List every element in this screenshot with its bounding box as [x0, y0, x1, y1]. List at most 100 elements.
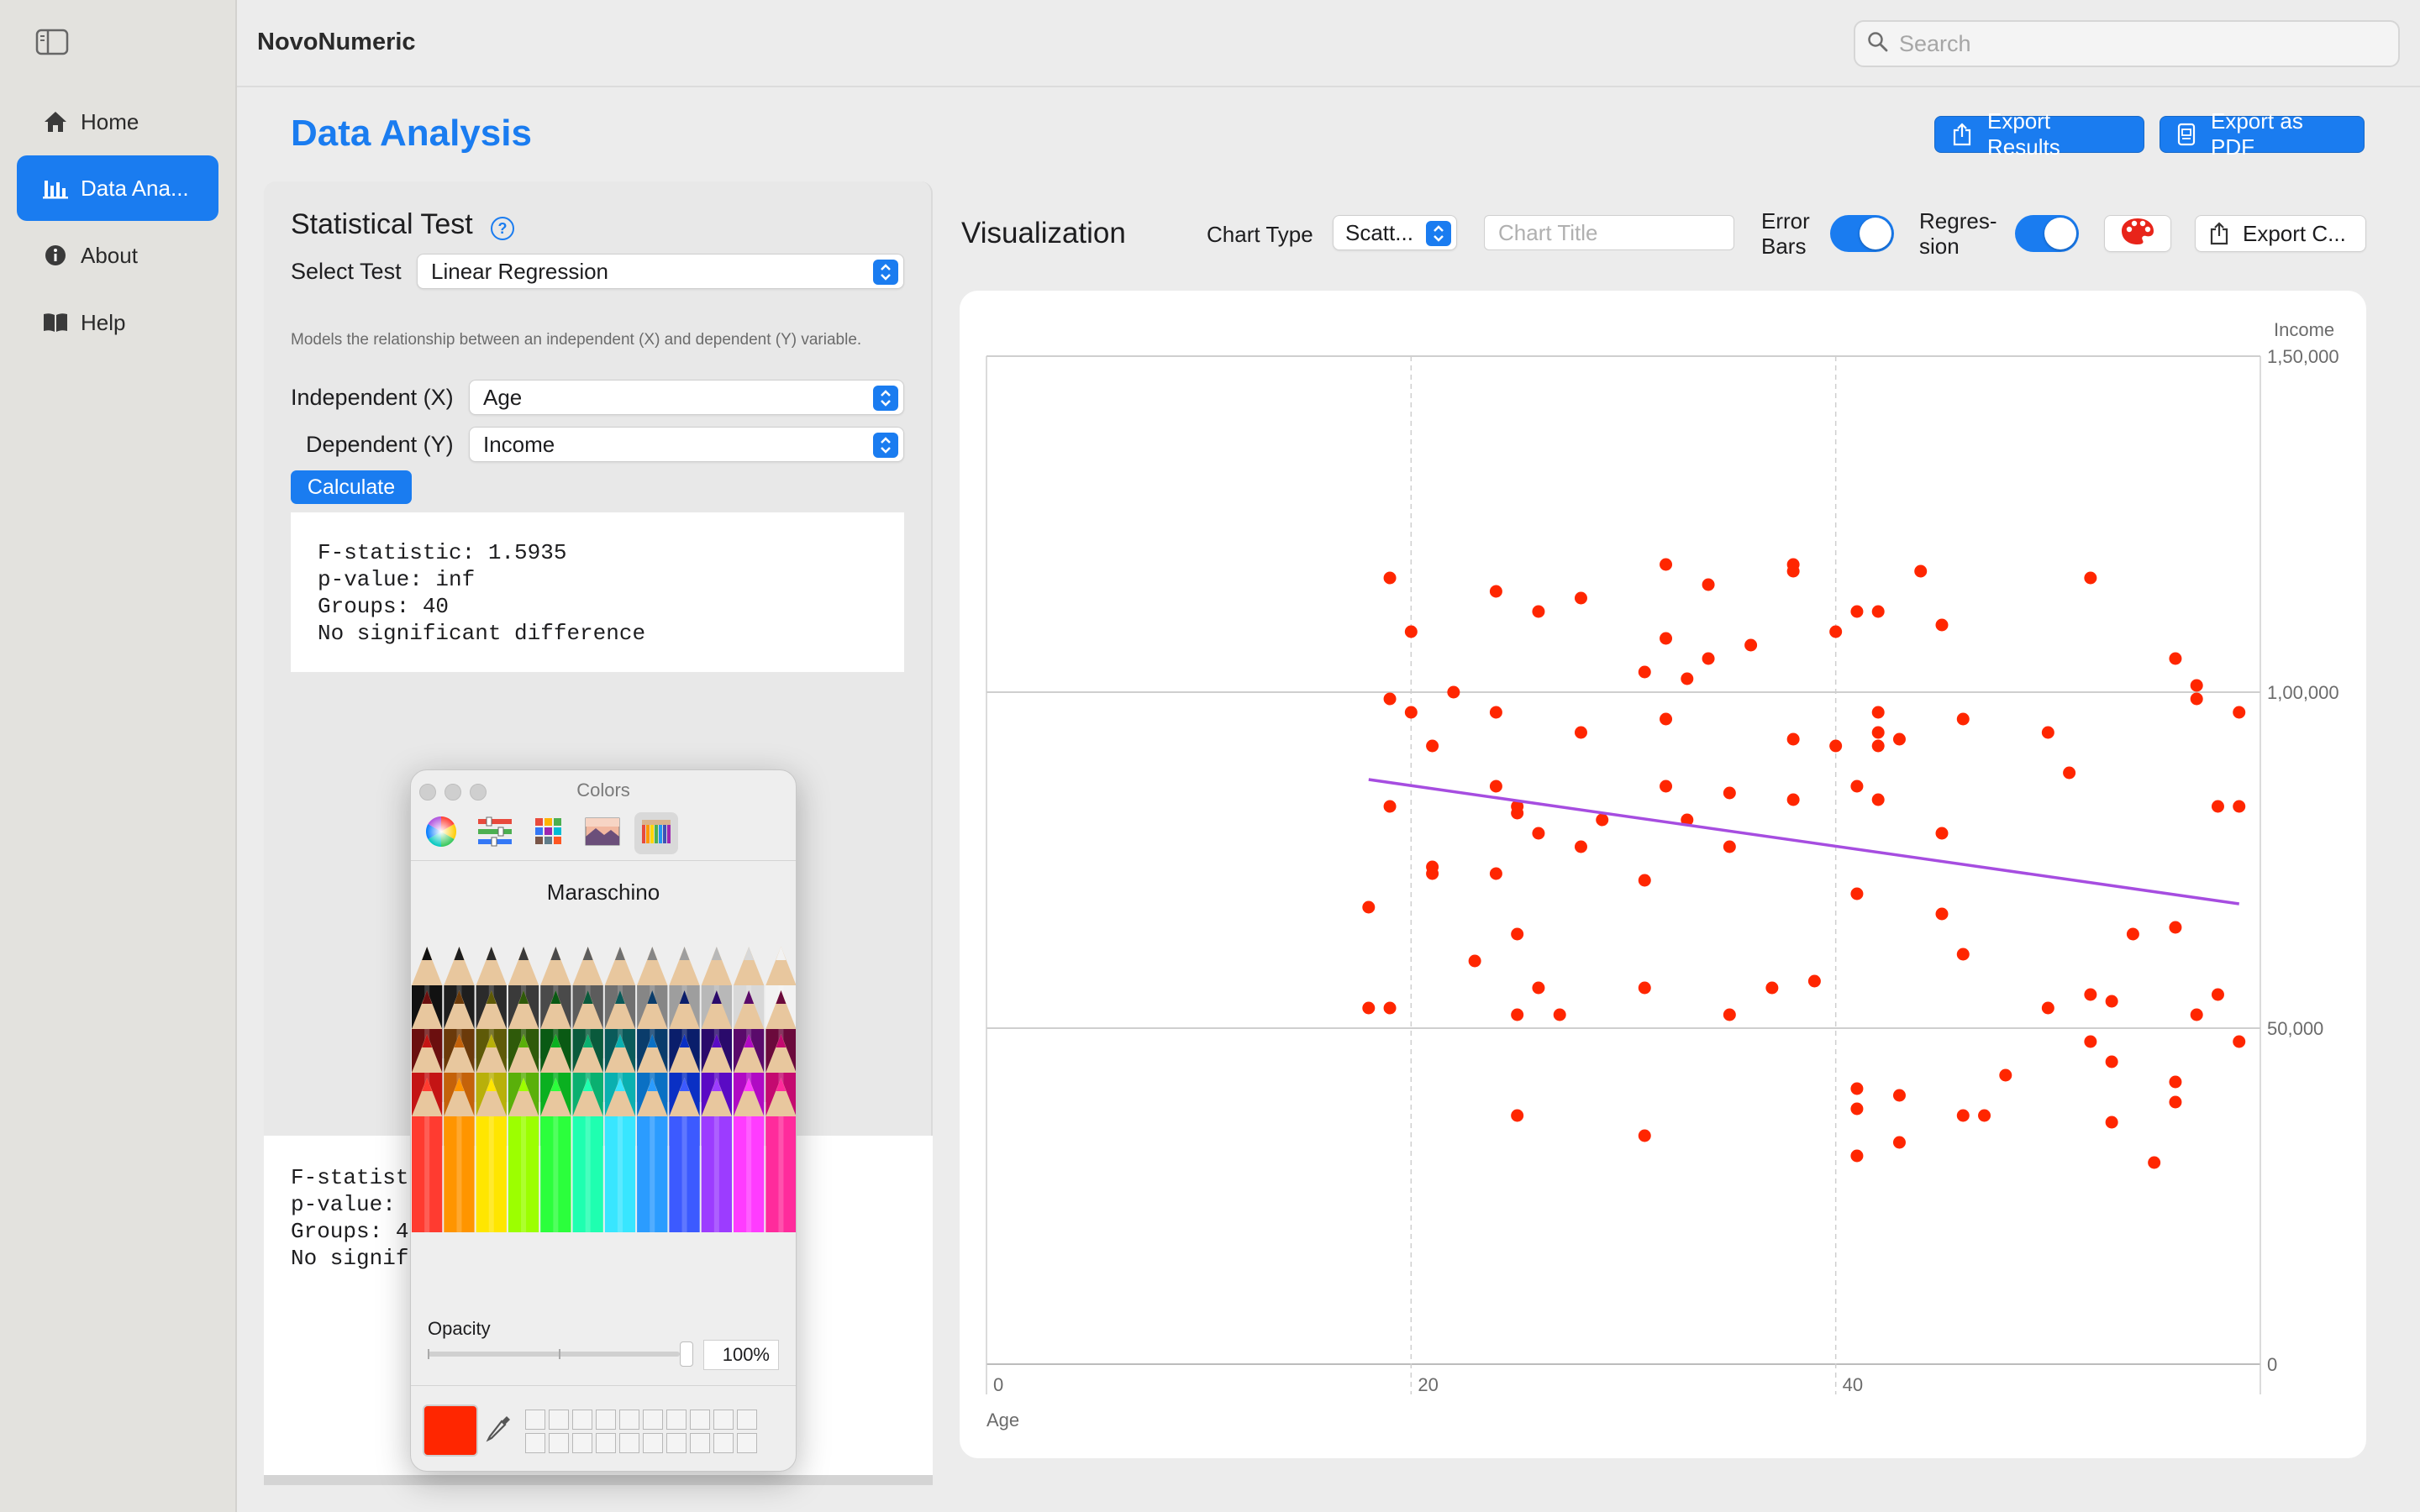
- data-point: [1660, 558, 1673, 571]
- custom-color-swatch[interactable]: [690, 1410, 710, 1430]
- color-wheel-tab[interactable]: [419, 812, 463, 854]
- export-chart-button[interactable]: Export C...: [2195, 215, 2366, 252]
- custom-color-swatch[interactable]: [525, 1433, 545, 1453]
- sidebar-item-label: Data Ana...: [81, 175, 189, 201]
- data-point: [2105, 1055, 2118, 1068]
- sidebar-item-about[interactable]: About: [17, 223, 218, 288]
- data-point: [1638, 874, 1651, 887]
- chart-card: 0 50,000 1,00,000 1,50,000 0 20 40 Age Income: [960, 291, 2366, 1458]
- toolbar: NovoNumeric Search: [237, 0, 2420, 87]
- data-point: [2041, 726, 2054, 739]
- data-point: [2084, 571, 2097, 585]
- chevron-updown-icon: [873, 260, 898, 285]
- custom-color-swatch[interactable]: [596, 1433, 616, 1453]
- custom-color-swatch[interactable]: [643, 1433, 663, 1453]
- data-point: [1765, 981, 1779, 995]
- sidebar-item-data-analysis[interactable]: Data Ana...: [17, 155, 218, 221]
- pencil-grid[interactable]: [411, 938, 797, 1232]
- custom-color-swatch[interactable]: [619, 1410, 639, 1430]
- data-point: [1871, 793, 1885, 806]
- select-test-dropdown[interactable]: Linear Regression: [417, 254, 904, 289]
- visualization-title: Visualization: [961, 217, 1126, 249]
- data-point: [1681, 672, 1694, 685]
- data-point: [1935, 618, 1949, 632]
- data-point: [1702, 652, 1715, 665]
- sidebar-item-label: Home: [81, 108, 139, 134]
- data-point: [1850, 1149, 1864, 1163]
- data-point: [1404, 706, 1418, 719]
- custom-color-swatch[interactable]: [619, 1433, 639, 1453]
- color-picker-button[interactable]: [2104, 215, 2171, 252]
- panel-divider: [264, 1475, 933, 1485]
- data-point: [2041, 1001, 2054, 1015]
- custom-color-swatch[interactable]: [737, 1433, 757, 1453]
- export-results-button[interactable]: Export Results: [1934, 108, 2144, 160]
- x-tick-label: 40: [1843, 1374, 1863, 1395]
- data-point: [2105, 1116, 2118, 1129]
- opacity-slider-thumb[interactable]: [680, 1341, 693, 1367]
- custom-color-swatch[interactable]: [690, 1433, 710, 1453]
- regression-line: [1368, 778, 2239, 906]
- opacity-label: Opacity: [428, 1318, 491, 1339]
- opacity-slider[interactable]: [428, 1349, 680, 1359]
- custom-color-swatch[interactable]: [549, 1433, 569, 1453]
- data-point: [1362, 1001, 1376, 1015]
- chart-title-input[interactable]: Chart Title: [1484, 215, 1734, 250]
- data-point: [1638, 981, 1651, 995]
- dependent-dropdown[interactable]: Income: [469, 427, 904, 462]
- sidebar-item-home[interactable]: Home: [17, 89, 218, 155]
- image-palettes-tab[interactable]: [581, 812, 624, 854]
- eyedropper-icon[interactable]: [485, 1413, 513, 1451]
- custom-color-swatch[interactable]: [737, 1410, 757, 1430]
- chevron-updown-icon: [1426, 221, 1451, 246]
- custom-color-swatch[interactable]: [713, 1433, 734, 1453]
- custom-color-swatch[interactable]: [572, 1410, 592, 1430]
- data-point: [1786, 732, 1800, 746]
- data-point: [1511, 927, 1524, 941]
- opacity-value-field[interactable]: 100%: [703, 1340, 779, 1370]
- data-point: [1786, 793, 1800, 806]
- custom-color-swatch[interactable]: [666, 1410, 687, 1430]
- toggle-knob: [2044, 218, 2076, 249]
- chart-type-dropdown[interactable]: Scatt...: [1333, 215, 1457, 250]
- custom-color-swatch[interactable]: [666, 1433, 687, 1453]
- data-point: [1511, 1109, 1524, 1122]
- color-palettes-tab[interactable]: [527, 812, 571, 854]
- data-point: [2063, 766, 2076, 780]
- regression-toggle[interactable]: [2015, 215, 2079, 252]
- custom-color-swatch[interactable]: [596, 1410, 616, 1430]
- info-circle-icon: [42, 242, 69, 269]
- data-point: [1489, 706, 1502, 719]
- custom-color-swatch[interactable]: [525, 1410, 545, 1430]
- error-bars-toggle[interactable]: [1830, 215, 1894, 252]
- data-point: [1850, 1102, 1864, 1116]
- sidebar-item-help[interactable]: Help: [17, 290, 218, 355]
- color-mode-tabs: [411, 806, 796, 861]
- export-pdf-button[interactable]: Export as PDF: [2160, 108, 2365, 160]
- custom-color-swatch[interactable]: [643, 1410, 663, 1430]
- y-tick-label: 50,000: [2267, 1018, 2323, 1039]
- custom-color-swatch[interactable]: [572, 1433, 592, 1453]
- data-point: [2084, 988, 2097, 1001]
- custom-color-swatch[interactable]: [549, 1410, 569, 1430]
- y-tick-label: 0: [2267, 1354, 2277, 1375]
- color-sliders-tab[interactable]: [473, 812, 517, 854]
- data-point: [1871, 605, 1885, 618]
- colors-panel[interactable]: Colors Maraschino Opacity 100%: [410, 769, 797, 1472]
- export-chart-label: Export C...: [2243, 220, 2346, 246]
- data-point: [2169, 921, 2182, 934]
- color-panel-footer: [411, 1385, 796, 1471]
- pencils-tab[interactable]: [634, 812, 678, 854]
- search-field[interactable]: Search: [1854, 20, 2400, 67]
- selected-color-well[interactable]: [423, 1404, 478, 1457]
- sidebar-toggle-icon[interactable]: [35, 29, 69, 55]
- search-input[interactable]: Search: [1899, 31, 1971, 57]
- data-point: [1723, 840, 1736, 853]
- help-icon[interactable]: ?: [491, 217, 514, 240]
- data-point: [1978, 1109, 1991, 1122]
- calculate-button[interactable]: Calculate: [291, 470, 412, 504]
- chart-type-value: Scatt...: [1345, 219, 1413, 245]
- independent-dropdown[interactable]: Age: [469, 380, 904, 415]
- custom-color-swatch[interactable]: [713, 1410, 734, 1430]
- data-point: [1383, 571, 1397, 585]
